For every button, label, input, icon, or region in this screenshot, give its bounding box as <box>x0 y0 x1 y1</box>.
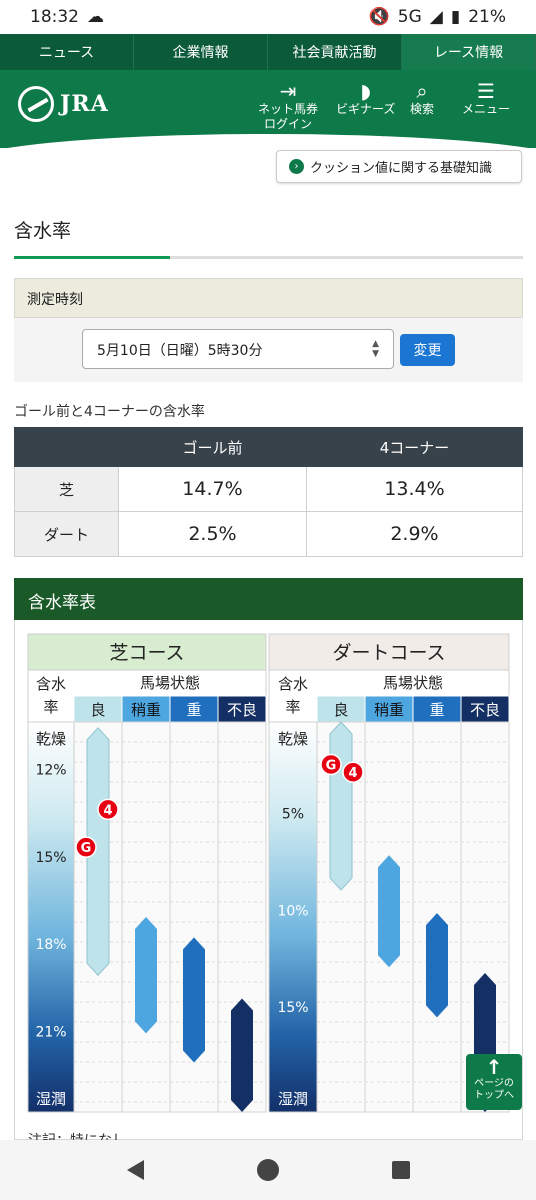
moisture-table: ゴール前 4コーナー 芝 14.7% 13.4% ダート 2.5% 2.9% <box>14 427 524 557</box>
dirt-corner4-value: 2.9% <box>305 511 524 557</box>
login-icon: ⇥ <box>279 79 297 103</box>
row-label-turf: 芝 <box>14 466 119 512</box>
menu-button[interactable]: ☰ メニュー <box>462 80 510 117</box>
back-icon[interactable] <box>126 1160 144 1180</box>
beginners-label: ビギナーズ <box>336 102 396 116</box>
beginners-button[interactable]: ◗ ビギナーズ <box>336 80 395 117</box>
clock: 18:32 <box>30 7 79 27</box>
battery-level: 21% <box>468 7 506 27</box>
tab-csr[interactable]: 社会貢献活動 <box>268 34 402 70</box>
jra-logo-mark-icon <box>18 86 54 122</box>
title-underline <box>14 256 523 259</box>
measure-time-value: 5月10日（日曜）5時30分 <box>97 343 263 359</box>
status-bar: 18:32 ☁ 🔇 5G ◢ ▮ 21% <box>0 0 536 34</box>
arrow-up-icon: ↑ <box>485 1055 503 1079</box>
cushion-info-link[interactable]: › クッション値に関する基礎知識 <box>276 150 522 183</box>
turf-goal-value: 14.7% <box>118 466 307 512</box>
table-row: ダート 2.5% 2.9% <box>14 511 524 557</box>
dirt-goal-value: 2.5% <box>118 511 307 557</box>
col-header-goal: ゴール前 <box>118 427 307 467</box>
site-header: JRA ⇥ ネット馬券 ログイン ◗ ビギナーズ ⌕ 検索 ☰ メニュー <box>0 70 536 148</box>
tab-race-info[interactable]: レース情報 <box>402 34 536 70</box>
row-label-dirt: ダート <box>14 511 119 557</box>
page-title: 含水率 <box>14 220 72 242</box>
login-button[interactable]: ⇥ ネット馬券 ログイン <box>258 80 318 132</box>
col-header-corner4: 4コーナー <box>305 427 524 467</box>
page-top-label-1: ページの <box>474 1078 514 1089</box>
mute-icon: 🔇 <box>368 7 390 27</box>
login-label-1: ネット馬券 <box>258 102 319 116</box>
recent-apps-icon[interactable] <box>391 1161 410 1179</box>
login-label-2: ログイン <box>264 117 313 131</box>
top-nav: ニュース 企業情報 社会貢献活動 レース情報 <box>0 34 536 70</box>
chevron-right-icon: › <box>289 159 304 174</box>
tab-company[interactable]: 企業情報 <box>134 34 268 70</box>
table-corner-cell <box>14 427 119 467</box>
page-top-button[interactable]: ↑ ページの トップへ <box>466 1054 522 1110</box>
measure-time-select[interactable]: 5月10日（日曜）5時30分 ▲ ▼ <box>82 329 394 369</box>
android-nav-bar <box>0 1140 536 1200</box>
beginner-mark-icon: ◗ <box>360 79 371 103</box>
chart-section-title: 含水率表 <box>14 578 523 620</box>
search-icon: ⌕ <box>416 79 428 103</box>
measure-time-heading: 測定時刻 <box>14 278 523 318</box>
change-button[interactable]: 変更 <box>400 334 455 366</box>
home-icon[interactable] <box>256 1159 279 1181</box>
chart-frame <box>14 620 523 1140</box>
logo-text: JRA <box>60 91 109 117</box>
moisture-table-caption: ゴール前と4コーナーの含水率 <box>14 404 205 420</box>
table-row: 芝 14.7% 13.4% <box>14 466 524 512</box>
turf-corner4-value: 13.4% <box>305 466 524 512</box>
tab-news[interactable]: ニュース <box>0 34 134 70</box>
page-top-label-2: トップへ <box>474 1090 514 1101</box>
hamburger-icon: ☰ <box>477 79 495 103</box>
cushion-info-label: クッション値に関する基礎知識 <box>310 161 493 176</box>
search-label: 検索 <box>410 102 435 116</box>
battery-icon: ▮ <box>450 7 461 27</box>
jra-logo[interactable]: JRA <box>18 86 109 122</box>
network-label: 5G <box>397 7 422 27</box>
signal-icon: ◢ <box>429 7 443 27</box>
select-arrows-icon: ▲ ▼ <box>372 339 379 359</box>
menu-label: メニュー <box>462 102 511 116</box>
notification-icon: ☁ <box>87 7 104 27</box>
search-button[interactable]: ⌕ 検索 <box>410 80 434 117</box>
